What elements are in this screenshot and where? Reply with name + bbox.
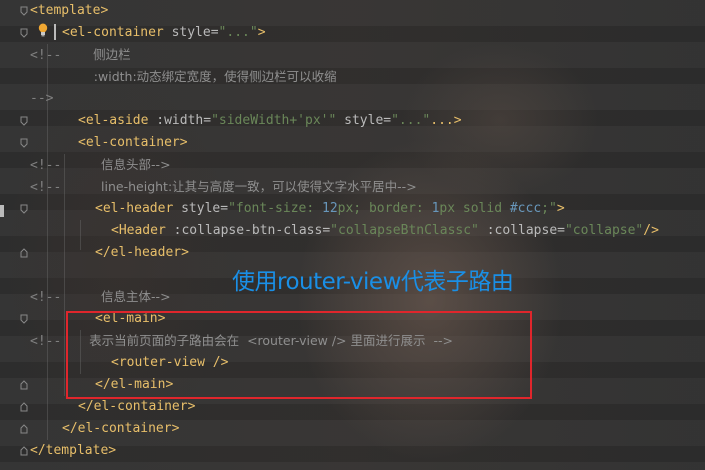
code-token: > bbox=[257, 25, 266, 40]
code-token: <el-aside bbox=[78, 113, 149, 128]
code-line[interactable]: <template> bbox=[30, 0, 108, 22]
fold-marker-icon[interactable] bbox=[20, 116, 28, 126]
code-token: px; border: bbox=[337, 201, 432, 216]
code-line[interactable]: <el-container> bbox=[78, 132, 188, 154]
code-token: "..." bbox=[218, 25, 258, 40]
code-line[interactable]: :width:动态绑定宽度，使得侧边栏可以收缩 bbox=[62, 66, 337, 88]
code-editor[interactable]: <template> <el-container style="..."> <!… bbox=[0, 0, 705, 470]
code-token: px solid bbox=[439, 201, 510, 216]
code-token: :collapse-btn-class= bbox=[165, 223, 331, 238]
code-token: <el-header bbox=[95, 201, 174, 216]
code-token: </template> bbox=[30, 443, 117, 458]
code-token: style= bbox=[173, 201, 229, 216]
fold-marker-icon[interactable] bbox=[20, 446, 28, 456]
code-token: "..." bbox=[391, 113, 431, 128]
code-token: </el-header> bbox=[95, 245, 189, 260]
code-line[interactable]: </el-container> bbox=[78, 396, 195, 418]
code-token: <el-container bbox=[62, 25, 164, 40]
code-token: style= bbox=[163, 25, 219, 40]
code-token: </el-container> bbox=[62, 421, 180, 436]
annotation-text: 使用router-view代表子路由 bbox=[232, 269, 514, 295]
code-line[interactable]: <!-- 信息主体--> bbox=[30, 286, 171, 308]
code-line[interactable]: </el-container> bbox=[62, 418, 179, 440]
code-token: <!-- bbox=[30, 48, 62, 63]
code-line[interactable]: <el-container style="..."> bbox=[62, 22, 266, 44]
code-token: "collapse" bbox=[564, 223, 644, 238]
code-token: <!-- bbox=[30, 158, 62, 173]
code-line[interactable]: <!-- 侧边栏 bbox=[30, 44, 131, 66]
fold-marker-icon[interactable] bbox=[20, 138, 28, 148]
code-line[interactable]: </template> bbox=[30, 440, 116, 462]
code-token: :width:动态绑定宽度，使得侧边栏可以收缩 bbox=[62, 69, 337, 84]
code-token: --> bbox=[30, 91, 54, 106]
fold-marker-icon[interactable] bbox=[20, 424, 28, 434]
code-token: <template> bbox=[30, 3, 109, 18]
code-token: ...> bbox=[430, 113, 462, 128]
code-line[interactable]: <!-- 信息头部--> bbox=[30, 154, 171, 176]
code-token: :collapse= bbox=[478, 223, 565, 238]
highlight-box bbox=[66, 311, 532, 399]
code-token: #ccc bbox=[509, 201, 542, 216]
code-token: "sideWidth+'px'" bbox=[211, 113, 337, 128]
code-token: 12 bbox=[322, 201, 338, 216]
fold-marker-icon[interactable] bbox=[20, 380, 28, 390]
code-token: > bbox=[556, 201, 565, 216]
code-line[interactable]: <el-aside :width="sideWidth+'px'" style=… bbox=[78, 110, 462, 132]
code-token: "collapseBtnClassc" bbox=[330, 223, 479, 238]
code-token: style= bbox=[336, 113, 392, 128]
code-token: "font-size: bbox=[228, 201, 322, 216]
code-line[interactable]: </el-header> bbox=[95, 242, 189, 264]
code-token: <!-- bbox=[30, 290, 62, 305]
fold-marker-icon[interactable] bbox=[20, 204, 28, 214]
code-token: <!-- bbox=[30, 334, 62, 349]
code-token: 侧边栏 bbox=[61, 47, 131, 62]
fold-marker-icon[interactable] bbox=[20, 402, 28, 412]
code-token: <!-- bbox=[30, 180, 62, 195]
fold-marker-icon[interactable] bbox=[20, 28, 28, 38]
fold-marker-icon[interactable] bbox=[20, 6, 28, 16]
text-caret bbox=[54, 24, 56, 40]
code-token: ;" bbox=[541, 201, 557, 216]
code-token: </el-container> bbox=[78, 399, 196, 414]
code-token: /> bbox=[643, 223, 659, 238]
fold-marker-icon[interactable] bbox=[20, 248, 28, 258]
code-token: line-height:让其与高度一致，可以使得文字水平居中--> bbox=[61, 179, 417, 194]
code-token: 信息头部--> bbox=[61, 157, 171, 172]
lightbulb-icon[interactable] bbox=[38, 23, 48, 37]
code-line[interactable]: <el-header style="font-size: 12px; borde… bbox=[95, 198, 565, 220]
code-line[interactable]: --> bbox=[30, 88, 53, 110]
change-marker bbox=[0, 205, 4, 217]
fold-marker-icon[interactable] bbox=[20, 314, 28, 324]
code-token: <Header bbox=[111, 223, 166, 238]
code-token: <el-container> bbox=[78, 135, 188, 150]
code-line[interactable]: <Header :collapse-btn-class="collapseBtn… bbox=[111, 220, 659, 242]
code-token: 信息主体--> bbox=[61, 289, 171, 304]
code-token: :width= bbox=[148, 113, 212, 128]
code-line[interactable]: <!-- line-height:让其与高度一致，可以使得文字水平居中--> bbox=[30, 176, 417, 198]
